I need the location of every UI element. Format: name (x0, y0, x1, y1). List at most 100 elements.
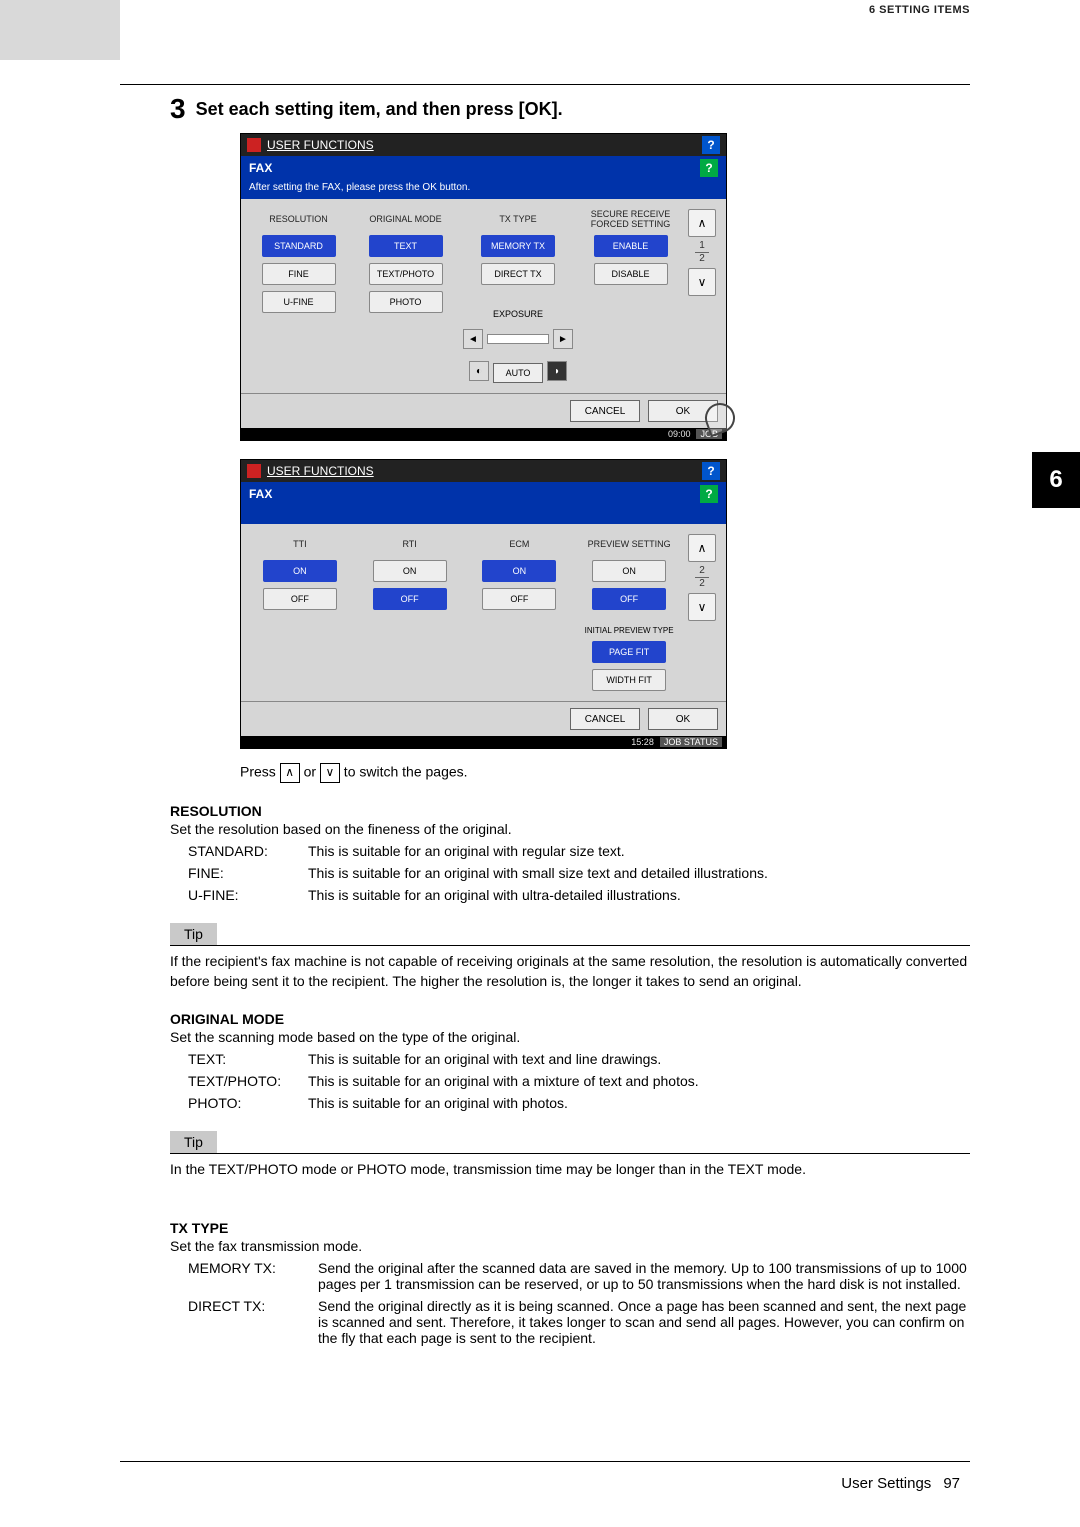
resolution-heading: RESOLUTION (170, 803, 970, 819)
exposure-minus-button[interactable]: ◄ (463, 329, 483, 349)
footer-rule (120, 1461, 970, 1462)
page-down-button[interactable]: ∨ (688, 593, 716, 621)
panel1-tab: FAX (249, 161, 272, 175)
status-time: 15:28 (631, 737, 654, 747)
header-gray-block (0, 0, 120, 60)
rti-on-button[interactable]: ON (373, 560, 447, 582)
down-key-icon: ∨ (320, 763, 340, 783)
directtx-button[interactable]: DIRECT TX (481, 263, 555, 285)
term-standard: STANDARD: (170, 843, 308, 859)
enable-button[interactable]: ENABLE (594, 235, 668, 257)
def-photo: This is suitable for an original with ph… (308, 1095, 970, 1111)
term-text: TEXT: (170, 1051, 308, 1067)
txtype-heading: TX TYPE (170, 1220, 970, 1236)
memorytx-button[interactable]: MEMORY TX (481, 235, 555, 257)
def-standard: This is suitable for an original with re… (308, 843, 970, 859)
status-time: 09:00 (668, 429, 691, 439)
auto-button[interactable]: AUTO (493, 363, 543, 383)
def-directtx: Send the original directly as it is bein… (318, 1298, 970, 1346)
textphoto-button[interactable]: TEXT/PHOTO (369, 263, 443, 285)
cancel-button[interactable]: CANCEL (570, 708, 640, 730)
ok-button[interactable]: OK (648, 400, 718, 422)
photo-button[interactable]: PHOTO (369, 291, 443, 313)
exposure-light-icon: ◐ (469, 361, 489, 381)
term-directtx: DIRECT TX: (170, 1298, 318, 1346)
col-head-rti: RTI (402, 534, 416, 554)
step-number: 3 (170, 95, 186, 123)
term-photo: PHOTO: (170, 1095, 308, 1111)
up-key-icon: ∧ (280, 763, 300, 783)
screenshot-panel-2: USER FUNCTIONS ? FAX ? TTI ON OFF RTI O (240, 459, 727, 749)
step-instruction: Set each setting item, and then press [O… (196, 99, 563, 120)
widthfit-button[interactable]: WIDTH FIT (592, 669, 666, 691)
pagefit-button[interactable]: PAGE FIT (592, 641, 666, 663)
page-indicator: 12 (695, 241, 709, 264)
preview-on-button[interactable]: ON (592, 560, 666, 582)
original-tip: In the TEXT/PHOTO mode or PHOTO mode, tr… (170, 1160, 970, 1180)
resolution-desc: Set the resolution based on the fineness… (170, 821, 970, 837)
def-memorytx: Send the original after the scanned data… (318, 1260, 970, 1292)
page-up-button[interactable]: ∧ (688, 209, 716, 237)
disable-button[interactable]: DISABLE (594, 263, 668, 285)
tip-rule (170, 1153, 970, 1154)
col-head-preview: PREVIEW SETTING (588, 534, 671, 554)
term-ufine: U-FINE: (170, 887, 308, 903)
tip-label: Tip (170, 1131, 217, 1153)
exposure-plus-button[interactable]: ► (553, 329, 573, 349)
term-fine: FINE: (170, 865, 308, 881)
panel1-subtext: After setting the FAX, please press the … (241, 180, 726, 199)
help-icon[interactable]: ? (700, 159, 718, 177)
def-text: This is suitable for an original with te… (308, 1051, 970, 1067)
text-button[interactable]: TEXT (369, 235, 443, 257)
page-indicator: 22 (695, 566, 709, 589)
ecm-on-button[interactable]: ON (482, 560, 556, 582)
term-memorytx: MEMORY TX: (170, 1260, 318, 1292)
help-icon[interactable]: ? (702, 136, 720, 154)
col-head-secure: SECURE RECEIVE FORCED SETTING (581, 209, 680, 229)
panel-icon (247, 138, 261, 152)
page-up-button[interactable]: ∧ (688, 534, 716, 562)
job-status-button[interactable]: JOB STATUS (660, 737, 722, 747)
help-icon[interactable]: ? (702, 462, 720, 480)
cancel-button[interactable]: CANCEL (570, 400, 640, 422)
tip-rule (170, 945, 970, 946)
panel1-title: USER FUNCTIONS (267, 138, 702, 152)
txtype-desc: Set the fax transmission mode. (170, 1238, 970, 1254)
screenshot-panel-1: USER FUNCTIONS ? FAX ? After setting the… (240, 133, 727, 441)
panel2-title: USER FUNCTIONS (267, 464, 702, 478)
ufine-button[interactable]: U-FINE (262, 291, 336, 313)
panel2-subtext (241, 506, 726, 524)
header-section: 6 SETTING ITEMS (869, 4, 970, 16)
tip-label: Tip (170, 923, 217, 945)
def-textphoto: This is suitable for an original with a … (308, 1073, 970, 1089)
col-head-tti: TTI (293, 534, 307, 554)
original-desc: Set the scanning mode based on the type … (170, 1029, 970, 1045)
ecm-off-button[interactable]: OFF (482, 588, 556, 610)
standard-button[interactable]: STANDARD (262, 235, 336, 257)
col-head-txtype: TX TYPE (499, 209, 536, 229)
exposure-dark-icon: ◗ (547, 361, 567, 381)
exposure-label: EXPOSURE (493, 309, 543, 319)
original-heading: ORIGINAL MODE (170, 1011, 970, 1027)
col-head-resolution: RESOLUTION (269, 209, 328, 229)
ok-button[interactable]: OK (648, 708, 718, 730)
fine-button[interactable]: FINE (262, 263, 336, 285)
initial-preview-label: INITIAL PREVIEW TYPE (585, 626, 674, 635)
term-textphoto: TEXT/PHOTO: (170, 1073, 308, 1089)
preview-off-button[interactable]: OFF (592, 588, 666, 610)
rti-off-button[interactable]: OFF (373, 588, 447, 610)
header-rule (120, 84, 970, 85)
help-icon[interactable]: ? (700, 485, 718, 503)
def-fine: This is suitable for an original with sm… (308, 865, 970, 881)
exposure-bar (487, 334, 549, 344)
page-switch-instruction: Press ∧ or ∨ to switch the pages. (240, 763, 970, 783)
tti-off-button[interactable]: OFF (263, 588, 337, 610)
tti-on-button[interactable]: ON (263, 560, 337, 582)
col-head-ecm: ECM (509, 534, 529, 554)
page-down-button[interactable]: ∨ (688, 268, 716, 296)
chapter-tab: 6 (1032, 452, 1080, 508)
def-ufine: This is suitable for an original with ul… (308, 887, 970, 903)
panel-icon (247, 464, 261, 478)
resolution-tip: If the recipient's fax machine is not ca… (170, 952, 970, 991)
main-content: 3 Set each setting item, and then press … (170, 95, 970, 1346)
